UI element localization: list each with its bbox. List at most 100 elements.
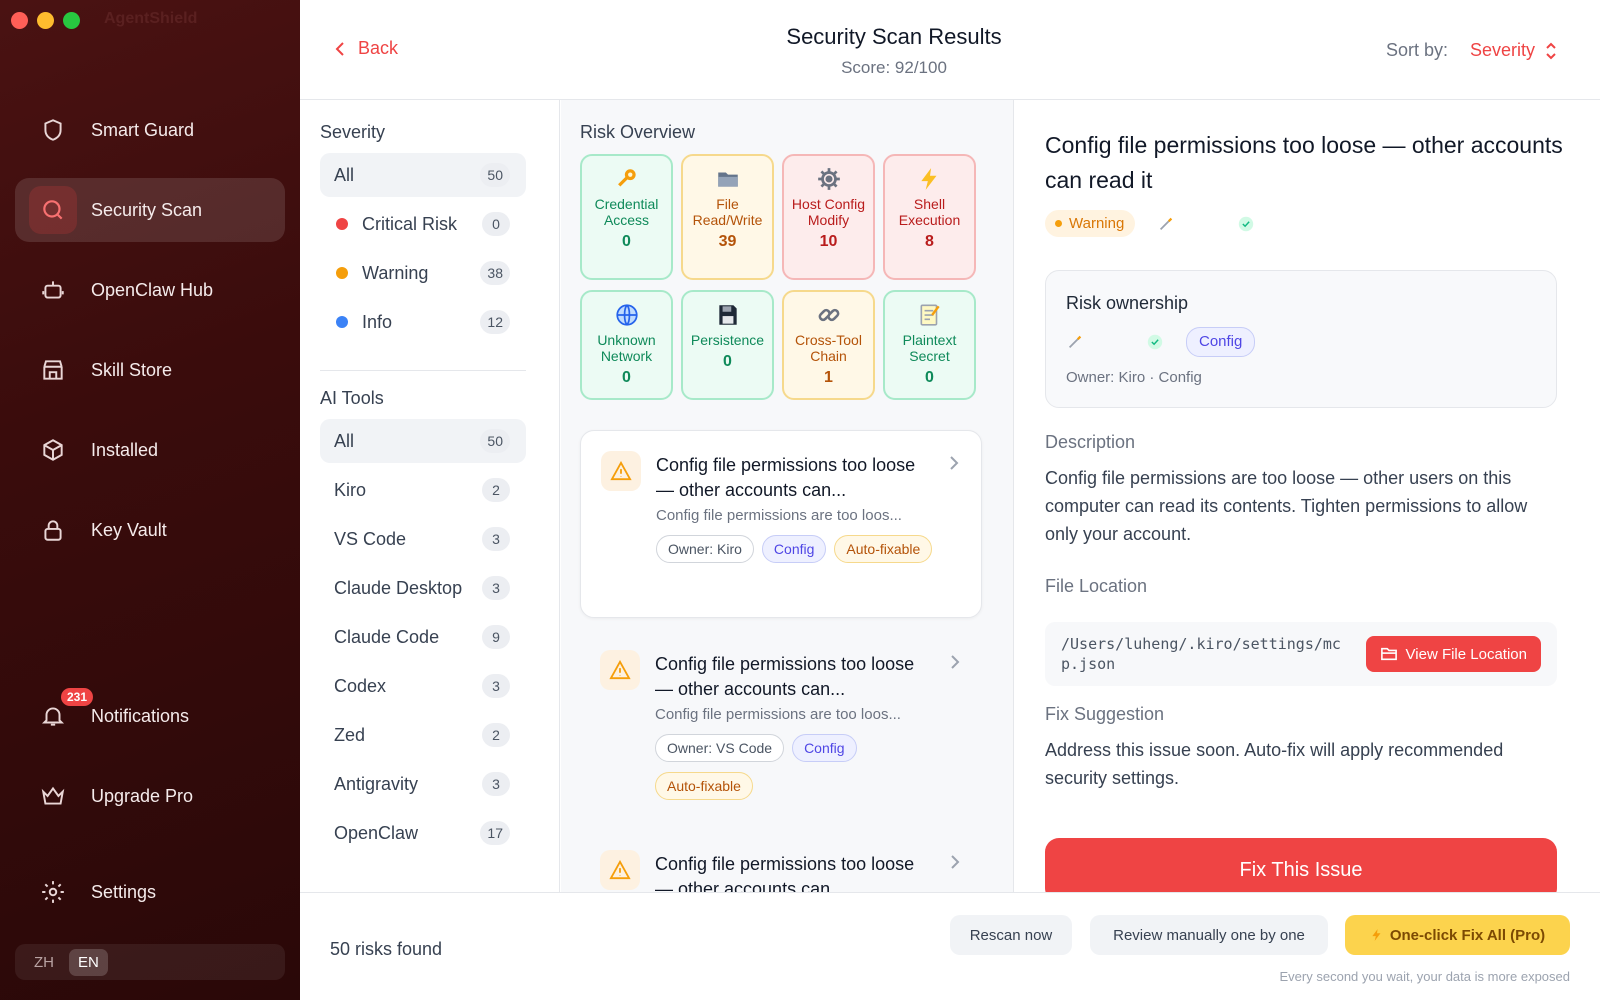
risk-overview-heading: Risk Overview: [580, 122, 696, 142]
ownership-heading: Risk ownership: [1066, 293, 1189, 313]
severity-filter-all[interactable]: All 50: [320, 153, 526, 197]
link-icon: [818, 308, 839, 322]
risk-card[interactable]: Config file permissions too loose — othe…: [580, 430, 982, 618]
memo-icon: [920, 304, 940, 326]
one-click-fix-all-button[interactable]: One-click Fix All (Pro): [1345, 915, 1570, 955]
sidebar-item-security-scan[interactable]: Security Scan: [15, 178, 285, 242]
chevron-right-icon: [951, 655, 960, 669]
file-location-heading: File Location: [1045, 576, 1148, 596]
rescan-button[interactable]: Rescan now: [950, 915, 1072, 955]
detail-title: Config file permissions too loose — othe…: [1045, 132, 1563, 193]
scan-score: Score: 92/100: [841, 58, 947, 77]
tile-label: Unknown Network: [597, 332, 656, 364]
sidebar-item-key-vault[interactable]: Key Vault: [15, 498, 285, 562]
risk-title: Config file permissions too loose — othe…: [656, 455, 916, 500]
tool-filter-claude-code[interactable]: Claude Code 9: [320, 615, 526, 659]
risk-card[interactable]: Config file permissions too loose — othe…: [580, 830, 982, 892]
tile-shell-execution[interactable]: Shell Execution 8: [883, 154, 976, 280]
sidebar-item-label: Settings: [91, 881, 157, 902]
tile-persistence[interactable]: Persistence 0: [681, 290, 774, 400]
view-file-location-label: View File Location: [1405, 645, 1527, 663]
tile-unknown-network[interactable]: Unknown Network 0: [580, 290, 673, 400]
sidebar-item-label: Skill Store: [91, 359, 173, 380]
tile-plaintext-secret[interactable]: Plaintext Secret 0: [883, 290, 976, 400]
floppy-icon: [718, 305, 737, 325]
sidebar-item-settings[interactable]: Settings: [15, 860, 285, 924]
tile-host-config-modify[interactable]: Host Config Modify 10: [782, 154, 875, 280]
tool-filter-codex[interactable]: Codex 3: [320, 664, 526, 708]
filter-label: Codex: [334, 675, 387, 696]
ai-tools-heading: AI Tools: [320, 388, 384, 408]
tool-filter-claude-desktop[interactable]: Claude Desktop 3: [320, 566, 526, 610]
tile-label: Cross-Tool Chain: [795, 332, 862, 364]
chevron-right-icon: [951, 855, 960, 869]
brush-icon: [1068, 335, 1082, 349]
file-location-box: /Users/luheng/.kiro/settings/mcp.json Vi…: [1045, 622, 1557, 686]
sidebar-item-smart-guard[interactable]: Smart Guard: [15, 98, 285, 162]
description-text: Config file permissions are too loose — …: [1045, 468, 1528, 544]
sort-select[interactable]: Severity: [1470, 40, 1557, 61]
severity-filter-critical[interactable]: Critical Risk 0: [320, 202, 526, 246]
lang-zh-button[interactable]: ZH: [25, 949, 63, 976]
severity-filter-info[interactable]: Info 12: [320, 300, 526, 344]
sidebar: AgentShield Smart Guard Security Scan Op…: [0, 0, 300, 1000]
sidebar-item-label: Smart Guard: [91, 119, 195, 140]
warning-dot-icon: [336, 267, 348, 279]
tile-value: 0: [925, 369, 934, 386]
sort-label: Sort by:: [1386, 40, 1449, 60]
description-heading: Description: [1045, 432, 1136, 452]
gear-icon: [29, 868, 77, 916]
severity-filter-warning[interactable]: Warning 38: [320, 251, 526, 295]
sidebar-item-skill-store[interactable]: Skill Store: [15, 338, 285, 402]
lock-icon: [29, 506, 77, 554]
tool-filter-vs-code[interactable]: VS Code 3: [320, 517, 526, 561]
zoom-window-button[interactable]: [63, 12, 80, 29]
filter-count: 3: [482, 527, 510, 551]
tool-filter-antigravity[interactable]: Antigravity 3: [320, 762, 526, 806]
key-icon: [617, 169, 636, 187]
tool-filter-kiro[interactable]: Kiro 2: [320, 468, 526, 512]
filter-label: All: [334, 164, 355, 185]
risk-card[interactable]: Config file permissions too loose — othe…: [580, 630, 982, 818]
file-path: /Users/luheng/.kiro/settings/mcp.json: [1061, 635, 1341, 673]
tool-filter-zed[interactable]: Zed 2: [320, 713, 526, 757]
filter-label: Kiro: [334, 479, 367, 500]
auto-fixable-tag: Auto-fixable: [655, 772, 753, 800]
brush-icon: [1160, 217, 1173, 230]
lang-en-button[interactable]: EN: [69, 948, 108, 976]
filter-label: All: [334, 430, 355, 451]
tile-file-read-write[interactable]: File Read/Write 39: [681, 154, 774, 280]
sidebar-item-label: Security Scan: [91, 199, 203, 220]
owner-tag: Owner: Kiro: [656, 535, 754, 563]
view-file-location-button[interactable]: View File Location: [1365, 636, 1541, 672]
page-title: Security Scan Results: [786, 24, 1002, 49]
sidebar-item-notifications[interactable]: 231 Notifications: [15, 684, 285, 748]
auto-fixable-tag: Auto-fixable: [834, 535, 933, 563]
close-window-button[interactable]: [11, 12, 28, 29]
risk-title: Config file permissions too loose — othe…: [655, 854, 915, 892]
fix-this-issue-button[interactable]: Fix This Issue: [1045, 838, 1557, 892]
tile-value: 0: [723, 353, 732, 370]
category-tag: Config: [761, 535, 827, 563]
filter-label: Claude Code: [334, 626, 440, 647]
sidebar-item-openclaw-hub[interactable]: OpenClaw Hub: [15, 258, 285, 322]
globe-icon: [615, 304, 638, 326]
review-manually-button[interactable]: Review manually one by one: [1090, 915, 1328, 955]
sidebar-item-upgrade-pro[interactable]: Upgrade Pro: [15, 764, 285, 828]
filter-label: Info: [362, 311, 393, 332]
tile-cross-tool-chain[interactable]: Cross-Tool Chain 1: [782, 290, 875, 400]
minimize-window-button[interactable]: [37, 12, 54, 29]
filter-count: 17: [480, 821, 510, 845]
sidebar-item-label: Upgrade Pro: [91, 785, 194, 806]
notification-count-badge: 231: [61, 688, 94, 706]
check-circle-icon: [1147, 334, 1163, 350]
tile-label: Plaintext Secret: [902, 332, 957, 364]
tool-filter-openclaw[interactable]: OpenClaw 17: [320, 811, 526, 855]
sidebar-item-installed[interactable]: Installed: [15, 418, 285, 482]
tile-credential-access[interactable]: Credential Access 0: [580, 154, 673, 280]
tool-filter-all[interactable]: All 50: [320, 419, 526, 463]
search-icon: [29, 186, 77, 234]
filter-count: 38: [480, 261, 510, 285]
chevron-updown-icon: [1546, 42, 1556, 59]
filter-label: Claude Desktop: [334, 577, 463, 598]
